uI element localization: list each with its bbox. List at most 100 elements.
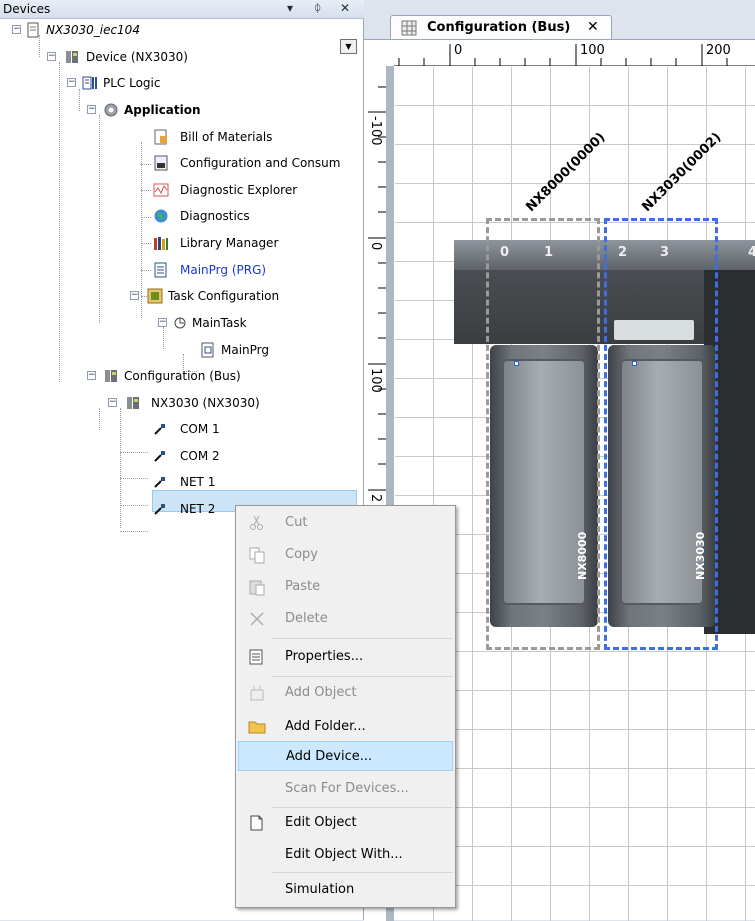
tree-item-label: NX3030_iec104 xyxy=(46,23,140,37)
menu-item-add-device[interactable]: Add Device... xyxy=(238,741,453,771)
menu-item-label: Delete xyxy=(285,611,328,626)
tree-item-label: COM 1 xyxy=(180,422,220,436)
collapse-icon[interactable]: − xyxy=(87,105,96,114)
tree-item-label: Device (NX3030) xyxy=(86,50,188,64)
delete-icon xyxy=(250,612,264,626)
tree-item-label: Library Manager xyxy=(180,236,279,250)
tree-item-maintask[interactable]: − MainTask xyxy=(0,312,363,334)
tree-item-label: MainPrg xyxy=(221,343,270,357)
tree-item-com1[interactable]: COM 1 xyxy=(0,418,363,440)
collapse-icon[interactable]: − xyxy=(12,25,21,34)
menu-item-edit-object-with[interactable]: Edit Object With... xyxy=(238,840,453,870)
tree-item-label: MainPrg (PRG) xyxy=(180,263,267,277)
collapse-icon[interactable]: − xyxy=(47,52,56,61)
tree-item-bill-of-materials[interactable]: Bill of Materials xyxy=(0,126,363,148)
diagnostic-explorer-icon xyxy=(153,183,169,197)
ruler-label: 100 xyxy=(368,368,383,393)
plc-logic-icon xyxy=(82,76,97,90)
menu-item-simulation[interactable]: Simulation xyxy=(238,875,453,905)
edit-object-icon xyxy=(250,815,263,831)
devices-panel-title: Devices xyxy=(3,2,51,16)
connector-icon xyxy=(154,424,165,435)
menu-item-label: Cut xyxy=(285,515,308,530)
scissors-icon xyxy=(250,515,263,530)
tree-item-device[interactable]: − Device (NX3030) xyxy=(0,46,363,68)
tree-item-label: Configuration and Consum xyxy=(180,156,341,170)
folder-icon xyxy=(248,721,266,734)
menu-item-paste[interactable]: Paste xyxy=(238,572,453,602)
collapse-icon[interactable]: − xyxy=(158,318,167,327)
menu-item-label: Scan For Devices... xyxy=(285,781,409,796)
module-frame-nx8000 xyxy=(486,218,600,650)
tree-item-label: Configuration (Bus) xyxy=(124,369,241,383)
ruler-label: 2 xyxy=(368,494,383,503)
collapse-icon[interactable]: − xyxy=(108,398,117,407)
ruler-label: 0 xyxy=(454,43,463,58)
tree-item-diagnostics[interactable]: Diagnostics xyxy=(0,205,363,227)
menu-item-add-object[interactable]: Add Object xyxy=(238,678,453,708)
menu-item-label: Add Folder... xyxy=(285,719,366,734)
program-call-icon xyxy=(201,342,214,358)
tree-item-label: NX3030 (NX3030) xyxy=(151,396,260,410)
bus-icon xyxy=(105,370,117,382)
menu-item-label: Simulation xyxy=(285,882,355,897)
project-icon xyxy=(27,22,39,38)
connector-icon xyxy=(154,451,165,462)
close-panel-button[interactable]: ✕ xyxy=(340,1,350,15)
pin-icon[interactable]: ᛰ xyxy=(314,1,321,15)
task-icon xyxy=(174,317,186,329)
menu-item-cut[interactable]: Cut xyxy=(238,508,453,538)
slot-number: 4 xyxy=(748,245,755,260)
devices-panel-header: Devices ▾ ᛰ ✕ xyxy=(0,0,364,19)
copy-icon xyxy=(249,547,265,564)
tree-item-label: PLC Logic xyxy=(103,76,161,90)
tree-item-label: COM 2 xyxy=(180,449,220,463)
bill-of-materials-icon xyxy=(154,129,167,145)
collapse-icon[interactable]: − xyxy=(67,78,76,87)
panel-menu-button[interactable]: ▾ xyxy=(287,1,293,15)
gear-icon xyxy=(104,103,118,117)
ruler-label: 100 xyxy=(580,43,605,58)
module-frame-nx3030 xyxy=(604,218,718,650)
menu-item-label: Edit Object xyxy=(285,815,357,830)
collapse-icon[interactable]: − xyxy=(87,371,96,380)
close-tab-button[interactable]: ✕ xyxy=(587,19,599,35)
menu-item-label: Edit Object With... xyxy=(285,847,403,862)
ruler-ticks xyxy=(398,44,728,66)
tree-item-project[interactable]: − NX3030_iec104 xyxy=(0,19,363,41)
ruler-label: 200 xyxy=(706,43,731,58)
tree-item-application[interactable]: − Application xyxy=(0,99,363,121)
menu-item-scan-for-devices[interactable]: Scan For Devices... xyxy=(238,774,453,804)
menu-item-add-folder[interactable]: Add Folder... xyxy=(238,712,453,742)
tree-item-label: NET 2 xyxy=(180,502,216,516)
tree-item-mainprg[interactable]: MainPrg (PRG) xyxy=(0,259,363,281)
tree-item-label: MainTask xyxy=(192,316,247,330)
tree-item-label: NET 1 xyxy=(180,475,216,489)
menu-item-label: Properties... xyxy=(285,649,364,664)
tree-item-net1[interactable]: NET 1 xyxy=(0,471,363,493)
tree-item-label: Diagnostics xyxy=(180,209,250,223)
menu-item-delete[interactable]: Delete xyxy=(238,604,453,634)
task-configuration-icon xyxy=(147,288,163,304)
grid-icon xyxy=(401,20,417,36)
tree-item-nx3030[interactable]: − NX3030 (NX3030) xyxy=(0,392,363,414)
collapse-icon[interactable]: − xyxy=(130,291,139,300)
tree-item-com2[interactable]: COM 2 xyxy=(0,445,363,467)
horizontal-ruler: 0 100 200 xyxy=(394,40,755,66)
tree-item-maintask-mainprg[interactable]: MainPrg xyxy=(0,339,363,361)
tree-item-configuration-bus[interactable]: − Configuration (Bus) xyxy=(0,365,363,387)
menu-item-properties[interactable]: Properties... xyxy=(238,642,453,672)
program-icon xyxy=(154,262,167,278)
menu-item-edit-object[interactable]: Edit Object xyxy=(238,808,453,838)
tree-item-configuration-consumption[interactable]: Configuration and Consum xyxy=(0,152,363,174)
library-icon xyxy=(154,237,168,250)
menu-item-label: Add Device... xyxy=(286,749,373,764)
tree-item-task-configuration[interactable]: − Task Configuration xyxy=(0,285,363,307)
tree-item-plc-logic[interactable]: − PLC Logic xyxy=(0,72,363,94)
menu-item-label: Add Object xyxy=(285,685,357,700)
tab-configuration-bus[interactable]: Configuration (Bus) ✕ xyxy=(390,15,612,40)
tree-item-library-manager[interactable]: Library Manager xyxy=(0,232,363,254)
menu-item-copy[interactable]: Copy xyxy=(238,540,453,570)
connector-icon xyxy=(154,504,165,515)
tree-item-diagnostic-explorer[interactable]: Diagnostic Explorer xyxy=(0,179,363,201)
